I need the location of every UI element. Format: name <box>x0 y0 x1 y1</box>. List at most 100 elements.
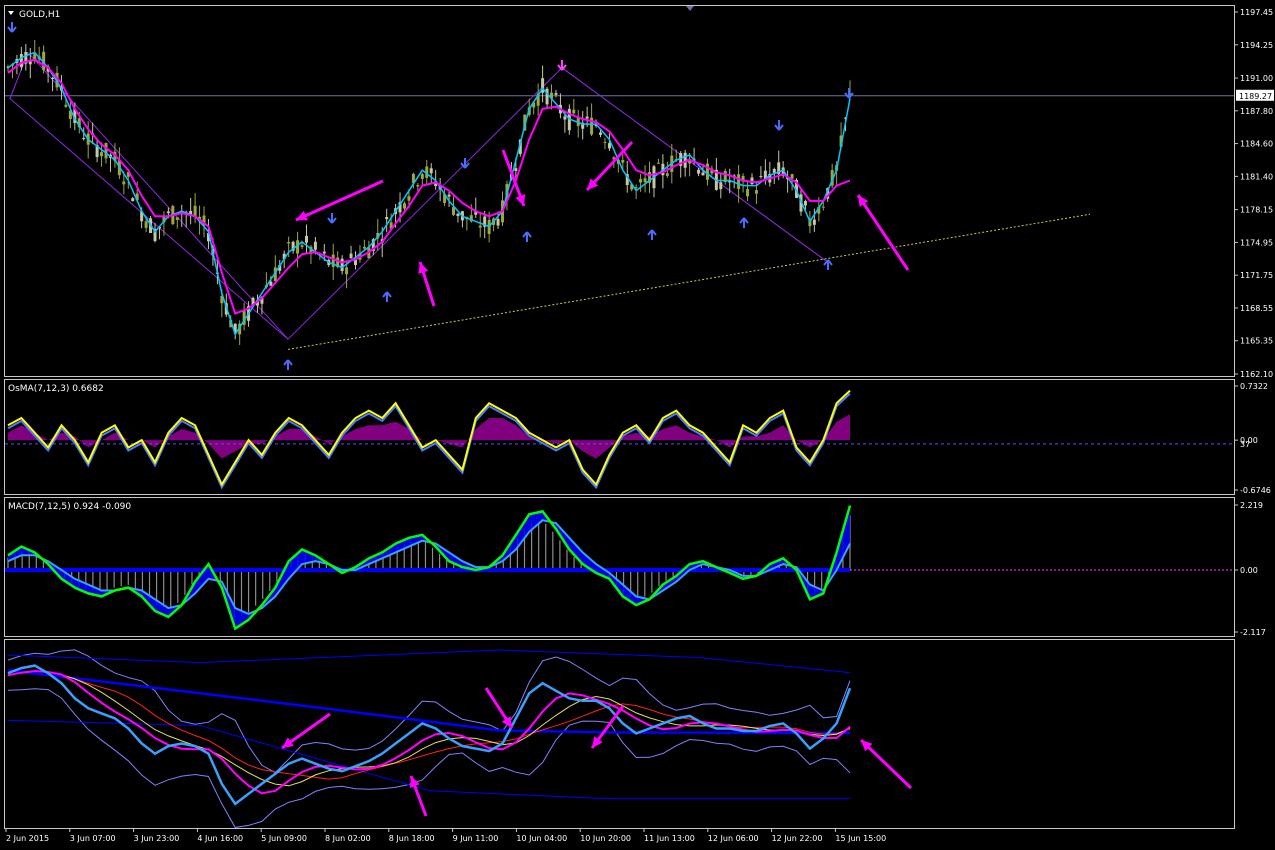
price-tick-label: 1168.55 <box>1240 304 1273 313</box>
time-tick-label: 9 Jun 11:00 <box>453 834 499 843</box>
candle-body <box>665 173 669 176</box>
time-tick-label: 4 Jun 16:00 <box>197 834 243 843</box>
candle-body <box>821 206 825 208</box>
candle-body <box>599 132 603 135</box>
fractal-down-arrow <box>557 60 567 71</box>
fractal-down-arrow <box>7 22 17 33</box>
annotation-arrow <box>856 194 910 271</box>
time-axis: 2 Jun 2015 3 Jun 07:00 3 Jun 23:00 4 Jun 16… <box>5 828 886 843</box>
candle-body <box>429 168 433 174</box>
osma-level-label: 37 <box>1240 440 1250 449</box>
macd-tick-label: -2.117 <box>1240 628 1266 637</box>
macd-tick-label: 2.219 <box>1240 501 1263 510</box>
time-tick-label: 11 Jun 13:00 <box>644 834 695 843</box>
candle-body <box>746 189 750 197</box>
annotation-arrow <box>295 179 384 222</box>
chart-menu-icon[interactable] <box>8 11 14 15</box>
candle-body <box>701 172 705 176</box>
candle-body <box>300 245 304 247</box>
candle-body <box>122 181 126 185</box>
candle-body <box>420 174 424 179</box>
candle-body <box>345 267 349 275</box>
price-tick-label: 1174.95 <box>1240 238 1273 247</box>
candle-body <box>607 143 611 149</box>
candle-body <box>563 116 567 120</box>
macd-plot: 2.219 0.00 -2.117 <box>5 501 1266 637</box>
candle-body <box>385 216 389 220</box>
chart-shift-marker[interactable] <box>686 6 694 11</box>
candle-body <box>496 218 500 226</box>
macd-signal-line <box>7 519 851 615</box>
candle-body <box>362 246 366 249</box>
current-price-label: 1189.27 <box>1239 92 1272 101</box>
price-tick-label: 1178.15 <box>1240 206 1273 215</box>
osma-histogram <box>8 414 850 459</box>
candle-body <box>643 178 647 183</box>
time-tick-label: 3 Jun 23:00 <box>134 834 180 843</box>
candle-body <box>131 198 135 202</box>
candle-body <box>697 169 701 174</box>
fractal-up-arrow <box>382 291 392 302</box>
price-tick-label: 1165.35 <box>1240 337 1273 346</box>
long-ma-upper <box>7 649 851 674</box>
time-tick-label: 2 Jun 2015 <box>6 834 49 843</box>
candle-body <box>100 152 104 157</box>
candle-body <box>64 104 68 107</box>
candle-body <box>287 242 291 244</box>
fractal-up-arrow <box>283 359 293 370</box>
candle-body <box>144 221 148 228</box>
main-title: GOLD,H1 <box>19 10 60 20</box>
main-pane[interactable] <box>4 5 1235 377</box>
annotation-arrowhead <box>418 262 429 274</box>
time-tick-label: 10 Jun 04:00 <box>516 834 567 843</box>
candle-body <box>812 219 816 225</box>
price-plot <box>5 22 1234 370</box>
chart-window[interactable]: GOLD,H1 OsMA(7,12,3) 0.6682 MACD(7,12,5)… <box>0 0 1275 846</box>
candle-body <box>621 159 625 163</box>
candle-body <box>340 258 344 272</box>
price-tick-label: 1191.00 <box>1240 74 1273 83</box>
candle-body <box>416 185 420 187</box>
fractal-down-arrow <box>844 88 854 99</box>
price-tick-label: 1194.25 <box>1240 41 1273 50</box>
time-tick-label: 3 Jun 07:00 <box>70 834 116 843</box>
candle-body <box>585 116 589 119</box>
candle-body <box>313 241 317 250</box>
time-tick-label: 12 Jun 22:00 <box>772 834 823 843</box>
bands-pane[interactable] <box>4 639 1235 829</box>
fractal-up-arrow <box>522 231 532 242</box>
time-tick-label: 8 Jun 02:00 <box>325 834 371 843</box>
candle-body <box>656 162 660 164</box>
fractal-down-arrow <box>327 213 337 224</box>
macd-pane[interactable] <box>4 497 1235 637</box>
candle-body <box>456 213 460 217</box>
candle-body <box>759 176 763 178</box>
price-tick-label: 1171.75 <box>1240 271 1273 280</box>
osma-plot: 0.73220.00-0.674637 <box>5 382 1271 495</box>
bands-plot <box>7 649 913 828</box>
zigzag-line-3 <box>561 67 829 263</box>
fractal-down-arrow <box>774 120 784 131</box>
macd-fill <box>8 505 850 629</box>
band-lower <box>7 688 851 828</box>
candle-body <box>349 253 353 259</box>
time-tick-label: 15 Jun 15:00 <box>835 834 886 843</box>
macd-main-line <box>7 505 852 631</box>
candle-body <box>322 251 326 254</box>
candle-body <box>304 235 308 243</box>
osma-title: OsMA(7,12,3) 0.6682 <box>8 384 104 394</box>
time-tick-label: 5 Jun 09:00 <box>261 834 307 843</box>
candle-body <box>104 142 108 159</box>
candle-body <box>803 201 807 206</box>
macd-title: MACD(7,12,5) 0.924 -0.090 <box>8 502 131 512</box>
fractal-up-arrow <box>739 217 749 228</box>
time-tick-label: 10 Jun 20:00 <box>580 834 631 843</box>
candle-body <box>175 217 179 220</box>
price-tick-label: 1162.10 <box>1240 370 1273 379</box>
time-tick-label: 12 Jun 06:00 <box>708 834 759 843</box>
candle-body <box>719 182 723 190</box>
chart-canvas[interactable]: GOLD,H1 OsMA(7,12,3) 0.6682 MACD(7,12,5)… <box>0 0 1275 846</box>
macd-tick-label: 0.00 <box>1240 566 1258 575</box>
osma-tick-label: 0.7322 <box>1240 382 1268 391</box>
price-tick-label: 1181.40 <box>1240 172 1273 181</box>
